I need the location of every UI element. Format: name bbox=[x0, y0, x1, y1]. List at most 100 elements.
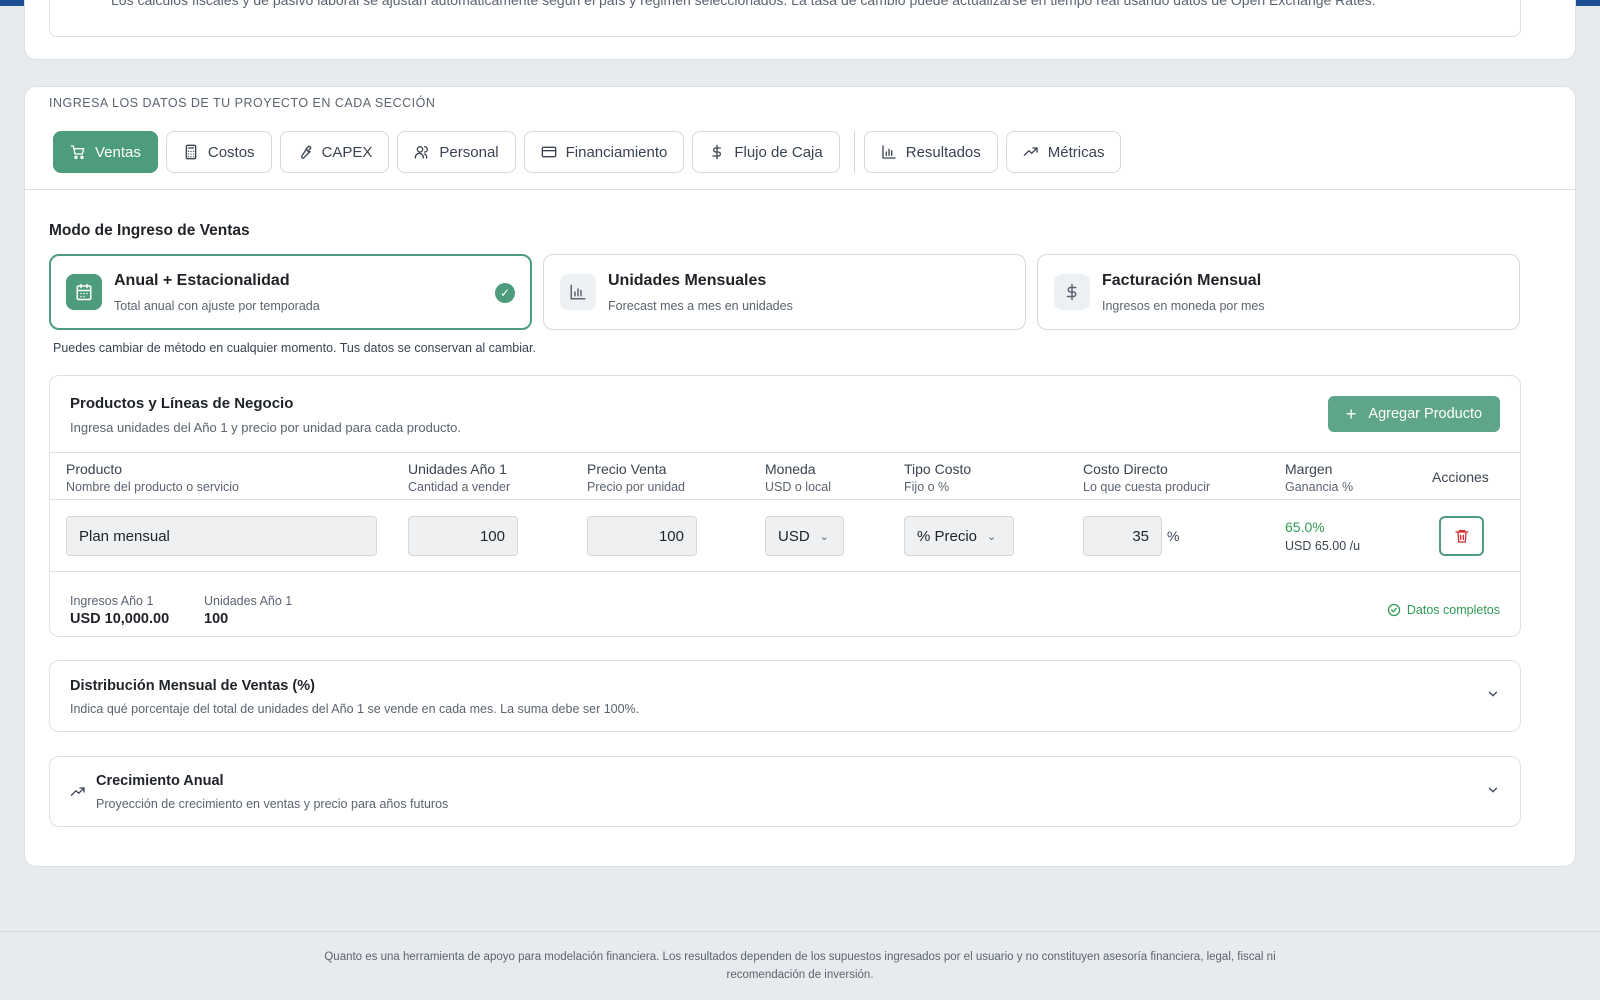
revenue-value: USD 10,000.00 bbox=[70, 611, 170, 627]
bar-chart-icon bbox=[882, 145, 896, 159]
footer-disclaimer: Quanto es una herramienta de apoyo para … bbox=[300, 948, 1300, 984]
footer-line-2: recomendación de inversión. bbox=[726, 969, 874, 981]
section-hint: INGRESA LOS DATOS DE TU PROYECTO EN CADA… bbox=[49, 96, 436, 110]
column-title: Tipo Costo bbox=[904, 461, 972, 477]
tab-flujo-de-caja[interactable]: Flujo de Caja bbox=[692, 131, 840, 173]
products-subtitle: Ingresa unidades del Año 1 y precio por … bbox=[70, 420, 461, 435]
column-header-margen: Margen Ganancia % bbox=[1285, 461, 1353, 494]
chevron-down-icon: ⌄ bbox=[819, 530, 829, 543]
percent-symbol: % bbox=[1167, 528, 1180, 544]
growth-subtitle: Proyección de crecimiento en ventas y pr… bbox=[96, 797, 449, 811]
mode-desc: Forecast mes a mes en unidades bbox=[608, 299, 793, 313]
tab-costos[interactable]: Costos bbox=[165, 131, 272, 173]
distribution-subtitle: Indica qué porcentaje del total de unida… bbox=[70, 702, 640, 716]
add-product-button[interactable]: + Agregar Producto bbox=[1328, 396, 1500, 432]
section-tabs: Ventas Costos CAPEX Personal Financiamie… bbox=[53, 131, 1129, 173]
tab-label: Métricas bbox=[1047, 143, 1105, 161]
tab-resultados[interactable]: Resultados bbox=[863, 131, 998, 173]
wrench-icon bbox=[300, 145, 312, 159]
margin-percent: 65.0% bbox=[1285, 519, 1325, 535]
tab-personal[interactable]: Personal bbox=[397, 131, 516, 173]
mode-name: Unidades Mensuales bbox=[608, 272, 767, 289]
column-subtitle: Lo que cuesta producir bbox=[1083, 480, 1211, 494]
column-title: Unidades Año 1 bbox=[408, 461, 507, 477]
column-title: Costo Directo bbox=[1083, 461, 1168, 477]
column-subtitle: USD o local bbox=[765, 480, 831, 494]
column-subtitle: Fijo o % bbox=[904, 480, 950, 494]
products-title: Productos y Líneas de Negocio bbox=[70, 395, 294, 412]
tab-ventas[interactable]: Ventas bbox=[53, 131, 158, 173]
column-header-unidades: Unidades Año 1 Cantidad a vender bbox=[408, 461, 510, 494]
table-row: USD ⌄ % Precio ⌄ % 65.0% USD 65.00 /u bbox=[50, 500, 1520, 572]
tab-label: Personal bbox=[439, 143, 499, 161]
column-title: Margen bbox=[1285, 461, 1333, 477]
column-subtitle: Cantidad a vender bbox=[408, 480, 511, 494]
currency-select[interactable]: USD ⌄ bbox=[765, 516, 844, 556]
info-card: Los cálculos fiscales y de pasivo labora… bbox=[24, 0, 1576, 60]
column-header-acciones: Acciones bbox=[1432, 469, 1489, 485]
column-subtitle: Nombre del producto o servicio bbox=[66, 480, 239, 494]
project-data-card: INGRESA LOS DATOS DE TU PROYECTO EN CADA… bbox=[24, 86, 1576, 867]
chevron-down-icon: ⌄ bbox=[987, 530, 997, 543]
products-section: Productos y Líneas de Negocio Ingresa un… bbox=[49, 375, 1521, 637]
tab-capex[interactable]: CAPEX bbox=[279, 131, 390, 173]
column-header-costo-directo: Costo Directo Lo que cuesta producir bbox=[1083, 461, 1210, 494]
mode-option-facturacion[interactable]: Facturación Mensual Ingresos en moneda p… bbox=[1037, 254, 1520, 330]
column-header-precio: Precio Venta Precio por unidad bbox=[587, 461, 685, 494]
tab-label: Costos bbox=[207, 143, 255, 161]
tab-label: Resultados bbox=[905, 143, 981, 161]
units-value: 100 bbox=[204, 611, 229, 627]
price-input[interactable] bbox=[587, 516, 697, 556]
tab-financiamiento[interactable]: Financiamiento bbox=[523, 131, 685, 173]
column-subtitle: Precio por unidad bbox=[587, 480, 685, 494]
revenue-label: Ingresos Año 1 bbox=[70, 594, 154, 608]
info-box: Los cálculos fiscales y de pasivo labora… bbox=[49, 0, 1521, 37]
chevron-down-icon bbox=[1486, 783, 1500, 800]
cart-icon bbox=[70, 145, 85, 159]
growth-title: Crecimiento Anual bbox=[96, 773, 224, 789]
status-text: Datos completos bbox=[1406, 603, 1500, 617]
mode-desc: Total anual con ajuste por temporada bbox=[114, 299, 320, 313]
column-title: Precio Venta bbox=[587, 461, 667, 477]
product-name-input[interactable] bbox=[66, 516, 377, 556]
mode-name: Anual + Estacionalidad bbox=[114, 272, 290, 289]
check-icon: ✓ bbox=[495, 283, 515, 303]
mode-option-anual[interactable]: Anual + Estacionalidad Total anual con a… bbox=[49, 254, 532, 330]
column-title: Moneda bbox=[765, 461, 816, 477]
trash-icon bbox=[1454, 530, 1469, 543]
tab-label: Ventas bbox=[95, 143, 141, 161]
currency-value: USD bbox=[778, 527, 810, 545]
mode-name: Facturación Mensual bbox=[1102, 272, 1262, 289]
column-title: Producto bbox=[66, 461, 123, 477]
units-input[interactable] bbox=[408, 516, 518, 556]
footer-divider bbox=[0, 931, 1600, 932]
column-subtitle: Ganancia % bbox=[1285, 480, 1354, 494]
data-complete-status: Datos completos bbox=[1387, 603, 1500, 617]
trending-up-icon bbox=[70, 784, 86, 805]
chevron-down-icon bbox=[1486, 687, 1500, 704]
trending-up-icon bbox=[1023, 147, 1038, 156]
dollar-icon bbox=[712, 144, 722, 160]
cost-type-value: % Precio bbox=[917, 527, 978, 545]
growth-panel[interactable]: Crecimiento Anual Proyección de crecimie… bbox=[49, 756, 1521, 827]
delete-product-button[interactable] bbox=[1439, 516, 1484, 556]
mode-option-unidades[interactable]: Unidades Mensuales Forecast mes a mes en… bbox=[543, 254, 1026, 330]
column-header-tipo-costo: Tipo Costo Fijo o % bbox=[904, 461, 971, 494]
cost-type-select[interactable]: % Precio ⌄ bbox=[904, 516, 1014, 556]
margin-per-unit: USD 65.00 /u bbox=[1285, 539, 1361, 553]
column-title: Acciones bbox=[1432, 469, 1489, 485]
bar-chart-icon bbox=[560, 274, 596, 310]
units-label: Unidades Año 1 bbox=[204, 594, 293, 608]
mode-desc: Ingresos en moneda por mes bbox=[1102, 299, 1265, 313]
info-text: Los cálculos fiscales y de pasivo labora… bbox=[111, 0, 1376, 8]
tab-label: Financiamiento bbox=[565, 143, 668, 161]
distribution-panel[interactable]: Distribución Mensual de Ventas (%) Indic… bbox=[49, 660, 1521, 732]
table-header: Producto Nombre del producto o servicio … bbox=[50, 452, 1520, 500]
tab-metricas[interactable]: Métricas bbox=[1005, 131, 1122, 173]
column-header-producto: Producto Nombre del producto o servicio bbox=[66, 461, 239, 494]
dollar-icon bbox=[1054, 274, 1090, 310]
tab-label: Flujo de Caja bbox=[734, 143, 823, 161]
mode-note: Puedes cambiar de método en cualquier mo… bbox=[53, 341, 536, 355]
calendar-icon bbox=[66, 274, 102, 310]
direct-cost-input[interactable] bbox=[1083, 516, 1162, 556]
